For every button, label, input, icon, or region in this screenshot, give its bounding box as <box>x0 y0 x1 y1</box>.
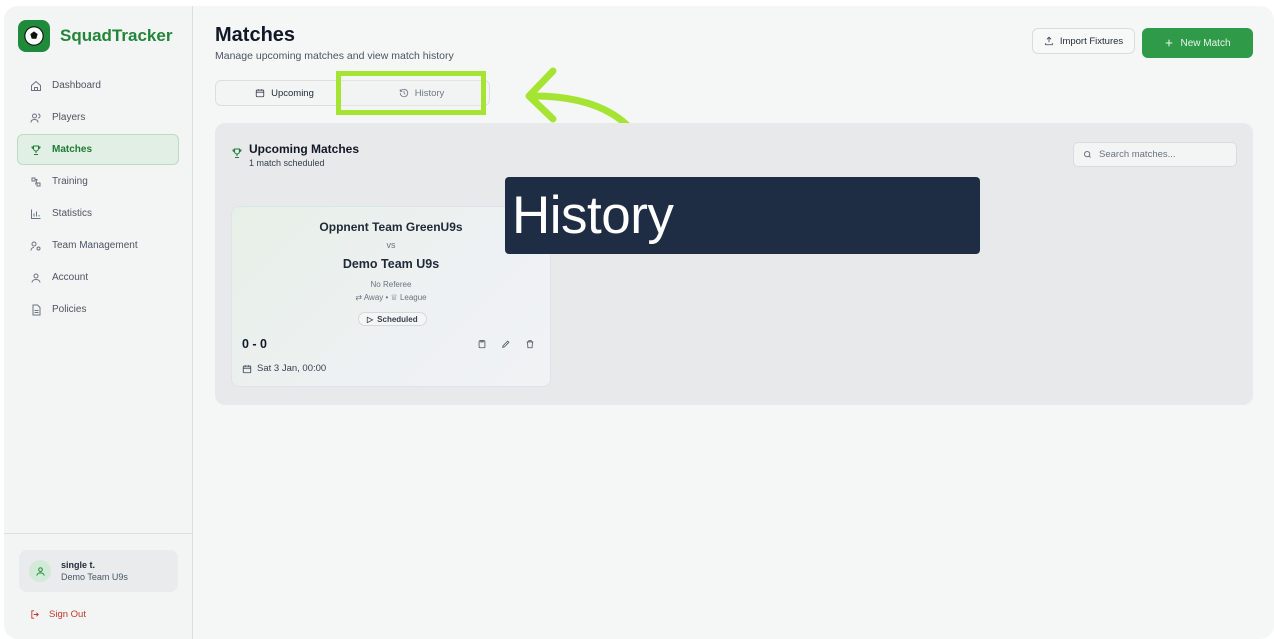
home-icon <box>31 80 41 91</box>
match-meta: ⇄ Away • ♕ League <box>232 293 550 302</box>
calendar-icon <box>242 364 252 373</box>
main-content: Matches Manage upcoming matches and view… <box>193 6 1274 639</box>
page-title: Matches <box>215 24 296 46</box>
play-icon: ▷ <box>367 314 374 324</box>
page-subtitle: Manage upcoming matches and view match h… <box>215 50 454 62</box>
brand-name: SquadTracker <box>60 26 173 45</box>
upcoming-matches-panel: Upcoming Matches 1 match scheduled Searc… <box>215 123 1253 405</box>
avatar <box>29 560 51 582</box>
sign-out-button[interactable]: Sign Out <box>30 609 86 620</box>
tab-history-highlight <box>336 71 486 115</box>
sidebar-item-account[interactable]: Account <box>17 262 179 293</box>
referee-label: No Referee <box>370 280 412 289</box>
panel-subtitle: 1 match scheduled <box>249 158 325 168</box>
soccer-ball-icon <box>18 20 50 52</box>
users-icon <box>30 113 41 123</box>
venue-label: Away <box>363 293 384 302</box>
sidebar-item-label: Statistics <box>52 208 93 219</box>
sidebar-nav: Dashboard Players Matches Training Stati… <box>17 70 179 326</box>
logout-icon <box>31 610 39 619</box>
document-icon <box>32 304 41 315</box>
competition-label: League <box>399 293 427 302</box>
upload-icon <box>1045 36 1053 46</box>
status-badge: ▷ Scheduled <box>358 312 427 326</box>
sidebar-item-label: Account <box>52 272 89 283</box>
home-team: Demo Team U9s <box>342 257 440 271</box>
card-actions <box>477 339 535 349</box>
match-card[interactable]: Oppnent Team GreenU9s vs Demo Team U9s N… <box>231 206 551 387</box>
training-icon <box>31 177 41 186</box>
sign-out-label: Sign Out <box>49 609 86 620</box>
tab-upcoming-label: Upcoming <box>271 87 314 99</box>
bar-chart-icon <box>31 209 41 219</box>
sidebar-item-statistics[interactable]: Statistics <box>17 198 179 229</box>
app-window: SquadTracker Dashboard Players Matches T… <box>4 6 1274 639</box>
new-match-label: New Match <box>1180 37 1231 49</box>
clipboard-icon[interactable] <box>477 339 487 349</box>
match-date-label: Sat 3 Jan, 00:00 <box>257 363 327 374</box>
sidebar-item-players[interactable]: Players <box>17 102 179 133</box>
new-match-button[interactable]: New Match <box>1142 28 1253 58</box>
sidebar-item-label: Players <box>52 112 86 123</box>
sidebar-item-team-management[interactable]: Team Management <box>17 230 179 261</box>
import-fixtures-label: Import Fixtures <box>1059 35 1124 47</box>
sidebar-item-matches[interactable]: Matches <box>17 134 179 165</box>
sidebar-item-label: Matches <box>52 144 93 155</box>
delete-icon[interactable] <box>525 339 535 349</box>
vs-label: vs <box>386 240 396 250</box>
import-fixtures-button[interactable]: Import Fixtures <box>1032 28 1135 54</box>
calendar-icon <box>255 89 265 98</box>
away-icon: ⇄ <box>355 293 363 302</box>
trophy-icon <box>232 148 242 159</box>
user-icon <box>35 566 45 576</box>
tab-upcoming[interactable]: Upcoming <box>216 81 353 105</box>
search-icon <box>1084 151 1091 158</box>
status-label: Scheduled <box>377 314 418 324</box>
sidebar-item-label: Policies <box>52 304 87 315</box>
annotation-tooltip: History <box>505 177 980 254</box>
user-team: Demo Team U9s <box>61 572 128 582</box>
plus-icon <box>1166 39 1173 47</box>
sidebar-item-label: Dashboard <box>52 80 101 91</box>
brand[interactable]: SquadTracker <box>18 20 172 52</box>
search-placeholder: Search matches... <box>1099 149 1176 160</box>
match-date: Sat 3 Jan, 00:00 <box>242 363 326 374</box>
sidebar-item-label: Team Management <box>52 240 138 251</box>
sidebar-item-dashboard[interactable]: Dashboard <box>17 70 179 101</box>
sidebar-item-policies[interactable]: Policies <box>17 294 179 325</box>
user-card[interactable]: single t. Demo Team U9s <box>19 550 178 592</box>
trophy-icon: ♕ <box>390 293 398 302</box>
sidebar: SquadTracker Dashboard Players Matches T… <box>4 6 193 639</box>
sidebar-divider <box>4 533 193 534</box>
user-icon <box>31 273 41 283</box>
user-name: single t. <box>61 560 96 570</box>
trophy-icon <box>31 145 41 155</box>
search-input[interactable]: Search matches... <box>1073 142 1237 167</box>
sidebar-item-training[interactable]: Training <box>17 166 179 197</box>
panel-title: Upcoming Matches <box>249 142 360 156</box>
sidebar-item-label: Training <box>52 176 88 187</box>
match-score: 0 - 0 <box>242 337 268 351</box>
opponent-team: Oppnent Team GreenU9s <box>319 220 463 234</box>
team-icon <box>30 241 41 251</box>
edit-icon[interactable] <box>501 339 511 349</box>
